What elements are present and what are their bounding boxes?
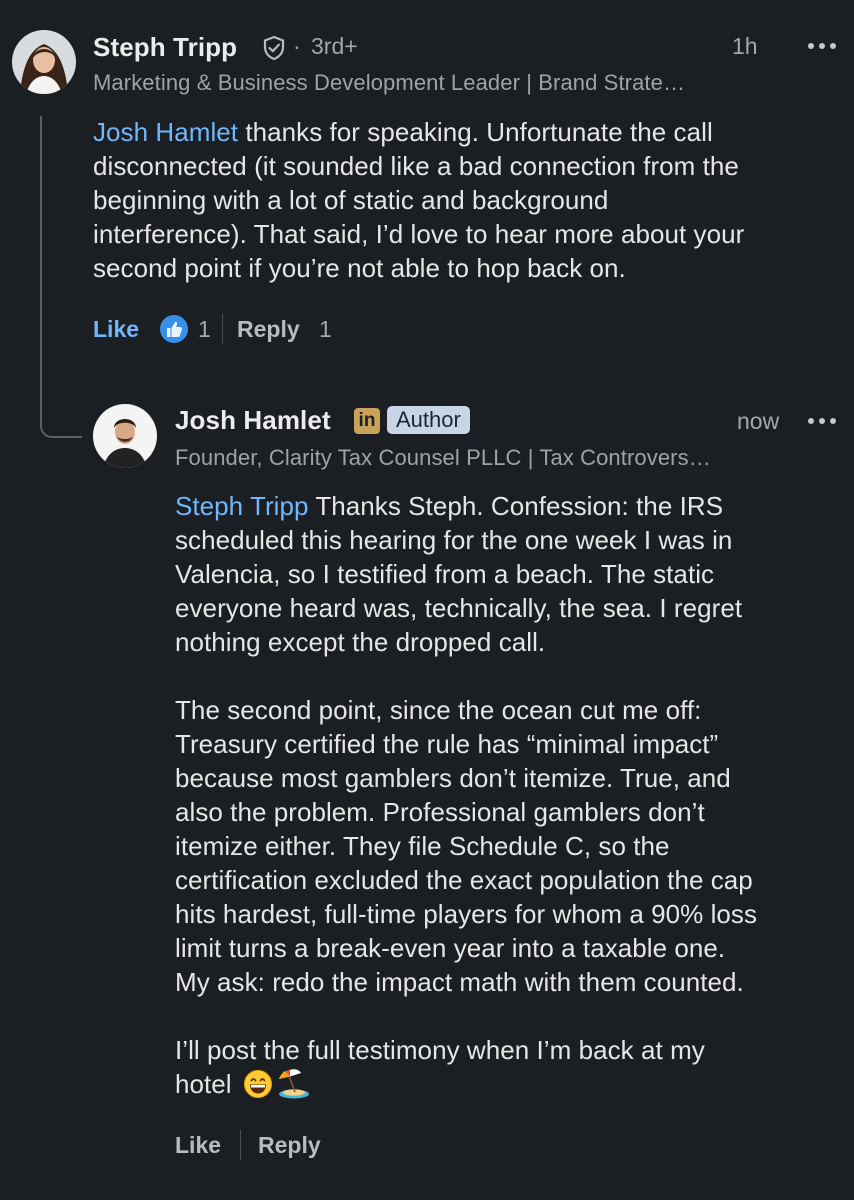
- comment-timestamp: 1h: [732, 33, 758, 59]
- like-reaction-icon: [158, 313, 190, 350]
- comment-line-4: interference). That said, I’d love to he…: [93, 219, 745, 249]
- comment-line-3: beginning with a lot of static and backg…: [93, 185, 609, 215]
- comment-author-name[interactable]: Steph Tripp: [93, 32, 237, 63]
- avatar-steph-tripp[interactable]: [12, 30, 76, 94]
- beach-umbrella-emoji-icon: [277, 1067, 311, 1107]
- comment-line-2: disconnected (it sounded like a bad conn…: [93, 151, 739, 181]
- mention-steph-tripp[interactable]: Steph Tripp: [175, 491, 309, 521]
- more-options-icon[interactable]: [808, 416, 838, 426]
- comment-author-headline: Marketing & Business Development Leader …: [93, 70, 686, 95]
- comment-text: Josh Hamlet thanks for speaking. Unfortu…: [93, 115, 843, 285]
- more-options-icon[interactable]: [808, 41, 838, 51]
- linkedin-logo-icon: in: [354, 408, 380, 434]
- meta-separator-dot: ·: [293, 33, 301, 59]
- avatar-photo: [12, 30, 76, 94]
- connection-degree: 3rd+: [311, 33, 358, 59]
- like-button[interactable]: Like: [93, 316, 139, 343]
- comment-line-5: second point if you’re not able to hop b…: [93, 253, 626, 283]
- avatar-photo: [93, 404, 157, 468]
- mention-josh-hamlet[interactable]: Josh Hamlet: [93, 117, 238, 147]
- action-divider: [222, 314, 223, 344]
- grinning-emoji-icon: [243, 1069, 273, 1107]
- reply-paragraph-2: The second point, since the ocean cut me…: [175, 695, 758, 997]
- author-badge: Author: [387, 406, 470, 434]
- thread-connector-line: [40, 116, 82, 438]
- reply-author-headline: Founder, Clarity Tax Counsel PLLC | Tax …: [175, 445, 711, 470]
- reply-paragraph-1: Steph Tripp Thanks Steph. Confession: th…: [175, 491, 743, 657]
- comment-line-1: Josh Hamlet thanks for speaking. Unfortu…: [93, 117, 713, 147]
- reply-timestamp: now: [737, 408, 780, 434]
- verified-shield-icon: [262, 35, 286, 66]
- like-count[interactable]: 1: [198, 316, 211, 343]
- avatar-josh-hamlet[interactable]: [93, 404, 157, 468]
- reply-like-button[interactable]: Like: [175, 1132, 221, 1159]
- action-divider: [240, 1130, 241, 1160]
- reply-count[interactable]: 1: [319, 316, 332, 343]
- reply-author-name[interactable]: Josh Hamlet: [175, 405, 331, 436]
- reply-text: Steph Tripp Thanks Steph. Confession: th…: [175, 489, 845, 1107]
- reply-button[interactable]: Reply: [237, 316, 300, 343]
- reply-paragraph-3: I’ll post the full testimony when I’m ba…: [175, 1033, 845, 1107]
- reply-reply-button[interactable]: Reply: [258, 1132, 321, 1159]
